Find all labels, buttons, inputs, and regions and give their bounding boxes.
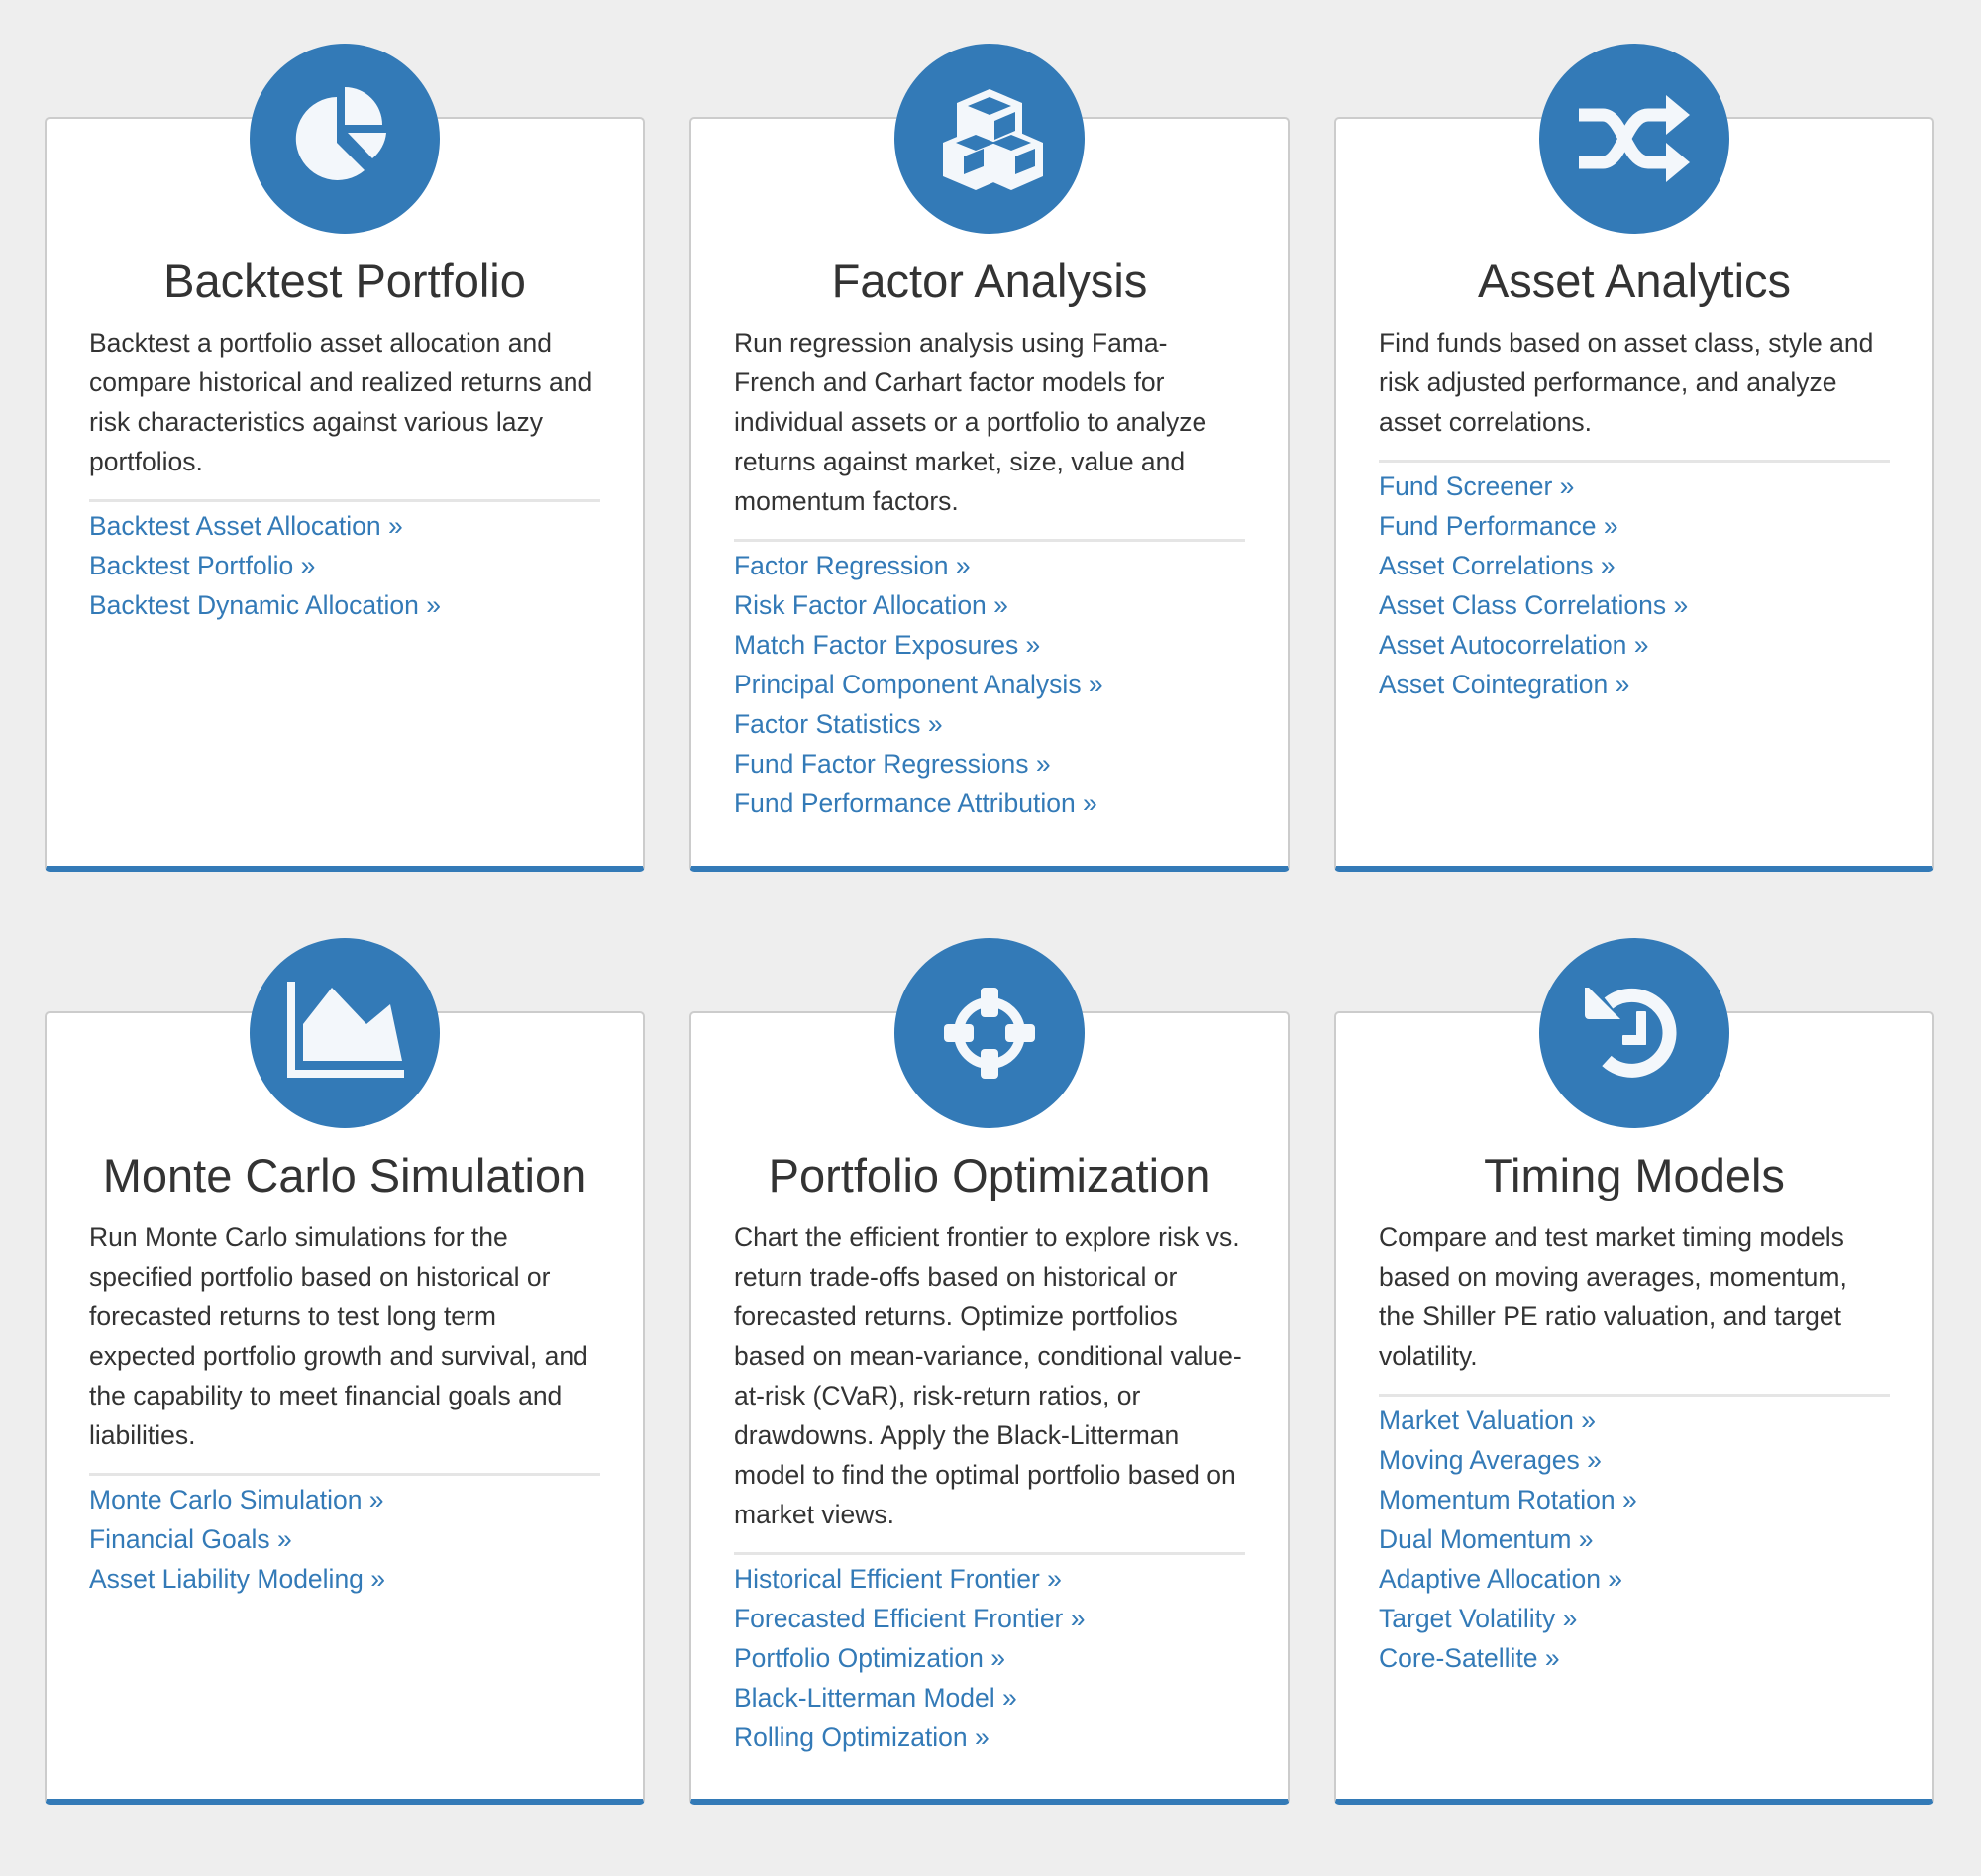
- link-list: Monte Carlo Simulation » Financial Goals…: [89, 1480, 600, 1599]
- link-fund-performance-attribution[interactable]: Fund Performance Attribution »: [734, 788, 1097, 818]
- link-portfolio-optimization[interactable]: Portfolio Optimization »: [734, 1643, 1005, 1673]
- divider: [89, 1473, 600, 1476]
- card-icon-badge: [894, 44, 1085, 234]
- link-factor-statistics[interactable]: Factor Statistics »: [734, 709, 943, 739]
- link-list: Market Valuation » Moving Averages » Mom…: [1379, 1401, 1890, 1678]
- crosshairs-icon: [944, 988, 1035, 1079]
- link-asset-class-correlations[interactable]: Asset Class Correlations »: [1379, 590, 1688, 620]
- link-moving-averages[interactable]: Moving Averages »: [1379, 1445, 1602, 1475]
- divider: [734, 539, 1245, 542]
- link-black-litterman-model[interactable]: Black-Litterman Model »: [734, 1683, 1017, 1713]
- link-backtest-portfolio[interactable]: Backtest Portfolio »: [89, 551, 315, 580]
- card-icon-badge: [894, 938, 1085, 1128]
- card-backtest-portfolio: Backtest Portfolio Backtest a portfolio …: [45, 44, 645, 872]
- link-fund-screener[interactable]: Fund Screener »: [1379, 471, 1574, 501]
- link-monte-carlo-simulation[interactable]: Monte Carlo Simulation »: [89, 1485, 384, 1514]
- divider: [734, 1552, 1245, 1555]
- card-description: Backtest a portfolio asset allocation an…: [89, 328, 593, 476]
- card-title: Asset Analytics: [1477, 255, 1792, 307]
- link-list: Historical Efficient Frontier » Forecast…: [734, 1559, 1245, 1757]
- card-icon-badge: [1539, 44, 1729, 234]
- link-fund-performance[interactable]: Fund Performance »: [1379, 511, 1618, 541]
- card-timing-models: Timing Models Compare and test market ti…: [1334, 938, 1934, 1805]
- link-financial-goals[interactable]: Financial Goals »: [89, 1524, 292, 1554]
- card-title: Monte Carlo Simulation: [102, 1149, 587, 1201]
- link-market-valuation[interactable]: Market Valuation »: [1379, 1406, 1596, 1435]
- card-monte-carlo-simulation: Monte Carlo Simulation Run Monte Carlo s…: [45, 938, 645, 1805]
- link-historical-efficient-frontier[interactable]: Historical Efficient Frontier »: [734, 1564, 1062, 1594]
- link-asset-correlations[interactable]: Asset Correlations »: [1379, 551, 1616, 580]
- link-principal-component-analysis[interactable]: Principal Component Analysis »: [734, 670, 1103, 699]
- divider: [89, 499, 600, 502]
- area-chart-icon: [287, 982, 404, 1078]
- pie-chart-icon: [295, 87, 386, 180]
- link-adaptive-allocation[interactable]: Adaptive Allocation »: [1379, 1564, 1622, 1594]
- divider: [1379, 460, 1890, 463]
- link-asset-cointegration[interactable]: Asset Cointegration »: [1379, 670, 1629, 699]
- card-title: Factor Analysis: [831, 255, 1148, 307]
- link-factor-regression[interactable]: Factor Regression »: [734, 551, 971, 580]
- link-forecasted-efficient-frontier[interactable]: Forecasted Efficient Frontier »: [734, 1604, 1085, 1633]
- card-portfolio-optimization: Portfolio Optimization Chart the efficie…: [689, 938, 1290, 1805]
- link-rolling-optimization[interactable]: Rolling Optimization »: [734, 1722, 990, 1752]
- shuffle-icon: [1579, 95, 1690, 182]
- link-fund-factor-regressions[interactable]: Fund Factor Regressions »: [734, 749, 1051, 779]
- tools-grid: Backtest Portfolio Backtest a portfolio …: [0, 0, 1981, 1876]
- card-factor-analysis: Factor Analysis Run regression analysis …: [689, 44, 1290, 872]
- card-title: Backtest Portfolio: [163, 255, 526, 307]
- card-description: Run Monte Carlo simulations for the spec…: [89, 1222, 588, 1450]
- link-risk-factor-allocation[interactable]: Risk Factor Allocation »: [734, 590, 1008, 620]
- card-icon-badge: [250, 938, 440, 1128]
- link-list: Fund Screener » Fund Performance » Asset…: [1379, 467, 1890, 704]
- link-backtest-asset-allocation[interactable]: Backtest Asset Allocation »: [89, 511, 403, 541]
- link-momentum-rotation[interactable]: Momentum Rotation »: [1379, 1485, 1637, 1514]
- link-core-satellite[interactable]: Core-Satellite »: [1379, 1643, 1560, 1673]
- card-description: Run regression analysis using Fama-Frenc…: [734, 328, 1207, 516]
- divider: [1379, 1394, 1890, 1397]
- link-asset-autocorrelation[interactable]: Asset Autocorrelation »: [1379, 630, 1649, 660]
- history-icon: [1585, 988, 1677, 1078]
- link-backtest-dynamic-allocation[interactable]: Backtest Dynamic Allocation »: [89, 590, 441, 620]
- card-asset-analytics: Asset Analytics Find funds based on asse…: [1334, 44, 1934, 872]
- card-icon-badge: [1539, 938, 1729, 1128]
- card-title: Timing Models: [1484, 1149, 1785, 1201]
- link-asset-liability-modeling[interactable]: Asset Liability Modeling »: [89, 1564, 385, 1594]
- link-target-volatility[interactable]: Target Volatility »: [1379, 1604, 1577, 1633]
- card-description: Compare and test market timing models ba…: [1379, 1222, 1847, 1371]
- card-title: Portfolio Optimization: [768, 1149, 1211, 1201]
- cubes-icon: [943, 89, 1043, 190]
- link-match-factor-exposures[interactable]: Match Factor Exposures »: [734, 630, 1040, 660]
- card-icon-badge: [250, 44, 440, 234]
- link-list: Factor Regression » Risk Factor Allocati…: [734, 546, 1245, 823]
- link-list: Backtest Asset Allocation » Backtest Por…: [89, 506, 600, 625]
- card-description: Find funds based on asset class, style a…: [1379, 328, 1874, 437]
- card-description: Chart the efficient frontier to explore …: [734, 1222, 1242, 1529]
- link-dual-momentum[interactable]: Dual Momentum »: [1379, 1524, 1594, 1554]
